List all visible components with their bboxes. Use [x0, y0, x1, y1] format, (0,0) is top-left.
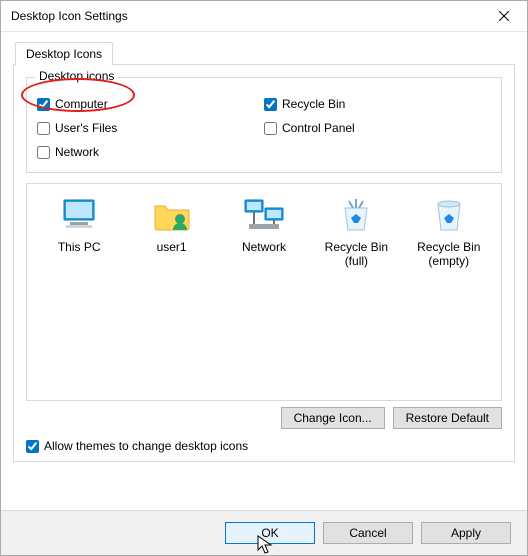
users-files-checkbox[interactable] [37, 122, 50, 135]
dialog-body: Desktop Icons Desktop icons Computer Use… [1, 32, 527, 474]
group-title: Desktop icons [35, 69, 118, 83]
recycle-bin-full-icon [335, 194, 377, 236]
network-icon [243, 194, 285, 236]
group-desktop-icons: Desktop icons Computer User's Files [26, 77, 502, 173]
icon-preview-panel: This PC user1 Network [26, 183, 502, 401]
control-panel-checkbox[interactable] [264, 122, 277, 135]
preview-recycle-bin-full[interactable]: Recycle Bin (full) [313, 194, 399, 268]
checkbox-row-network: Network [37, 140, 264, 164]
user-folder-icon [151, 194, 193, 236]
preview-this-pc-label: This PC [36, 240, 122, 254]
preview-network-label: Network [221, 240, 307, 254]
allow-themes-row: Allow themes to change desktop icons [26, 439, 502, 453]
close-icon [499, 11, 509, 21]
restore-default-button[interactable]: Restore Default [393, 407, 502, 429]
tab-strip: Desktop Icons [13, 42, 515, 65]
preview-recycle-empty-label: Recycle Bin (empty) [406, 240, 492, 268]
ok-button[interactable]: OK [225, 522, 315, 544]
preview-network[interactable]: Network [221, 194, 307, 254]
close-button[interactable] [481, 1, 527, 31]
computer-icon [58, 194, 100, 236]
allow-themes-checkbox[interactable] [26, 440, 39, 453]
checkbox-row-control-panel: Control Panel [264, 116, 491, 140]
users-files-label[interactable]: User's Files [55, 121, 117, 135]
preview-this-pc[interactable]: This PC [36, 194, 122, 254]
change-icon-button[interactable]: Change Icon... [281, 407, 385, 429]
computer-checkbox[interactable] [37, 98, 50, 111]
window-title: Desktop Icon Settings [11, 9, 481, 23]
recycle-bin-checkbox[interactable] [264, 98, 277, 111]
cancel-button[interactable]: Cancel [323, 522, 413, 544]
tab-desktop-icons[interactable]: Desktop Icons [15, 42, 113, 66]
titlebar: Desktop Icon Settings [1, 1, 527, 32]
preview-recycle-full-label: Recycle Bin (full) [313, 240, 399, 268]
tab-pane: Desktop icons Computer User's Files [13, 65, 515, 462]
recycle-bin-label[interactable]: Recycle Bin [282, 97, 345, 111]
checkbox-row-users-files: User's Files [37, 116, 264, 140]
preview-recycle-bin-empty[interactable]: Recycle Bin (empty) [406, 194, 492, 268]
network-label[interactable]: Network [55, 145, 99, 159]
window: Desktop Icon Settings Desktop Icons Desk… [0, 0, 528, 556]
apply-button[interactable]: Apply [421, 522, 511, 544]
preview-button-row: Change Icon... Restore Default [26, 407, 502, 429]
preview-user-label: user1 [129, 240, 215, 254]
checkbox-row-computer: Computer [37, 92, 264, 116]
recycle-bin-empty-icon [428, 194, 470, 236]
control-panel-label[interactable]: Control Panel [282, 121, 355, 135]
computer-label[interactable]: Computer [55, 97, 108, 111]
dialog-footer: OK Cancel Apply [1, 510, 527, 555]
preview-user[interactable]: user1 [129, 194, 215, 254]
allow-themes-label[interactable]: Allow themes to change desktop icons [44, 439, 248, 453]
checkbox-row-recycle-bin: Recycle Bin [264, 92, 491, 116]
network-checkbox[interactable] [37, 146, 50, 159]
